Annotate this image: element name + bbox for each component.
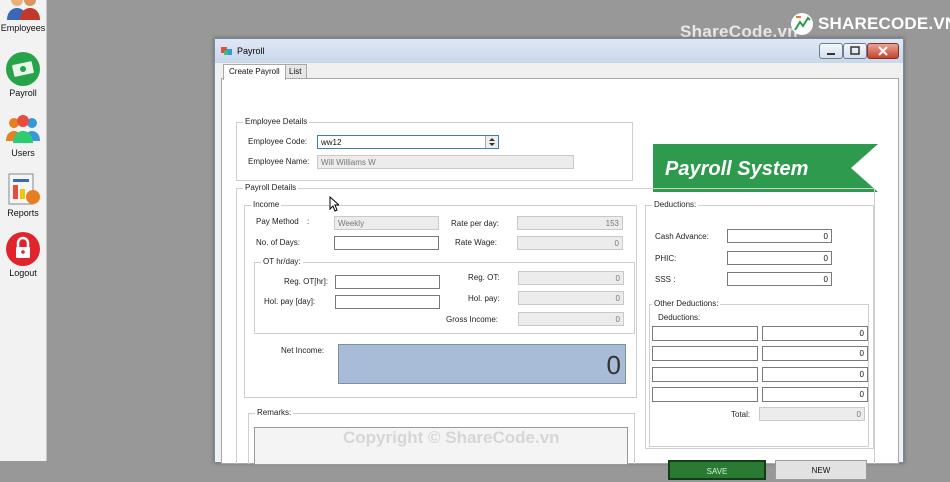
gross-income-field[interactable]: 0 <box>518 312 624 326</box>
users-icon <box>6 115 40 143</box>
other-deduction-name-input[interactable] <box>652 326 758 341</box>
employees-icon <box>7 0 40 20</box>
close-button[interactable] <box>867 43 899 59</box>
other-deductions-title: Other Deductions: <box>652 299 721 308</box>
other-deductions-sub-label: Deductions: <box>658 313 701 322</box>
payroll-window: Payroll Create Payroll List Employee Det… <box>214 38 904 480</box>
maximize-icon <box>850 46 860 55</box>
window-title: Payroll <box>237 46 265 56</box>
deductions-title: Deductions: <box>652 200 699 209</box>
rate-wage-label: Rate Wage: <box>455 238 497 247</box>
sidebar-item-employees[interactable]: Employees <box>0 0 46 33</box>
no-of-days-input[interactable] <box>334 236 439 250</box>
maximize-button[interactable] <box>843 43 867 59</box>
hol-pay-day-label: Hol. pay [day]: <box>264 297 316 306</box>
window-titlebar[interactable]: Payroll <box>215 39 903 63</box>
logout-lock-icon <box>6 232 40 266</box>
no-of-days-label: No. of Days: <box>256 238 301 247</box>
other-deduction-amount-input[interactable]: 0 <box>762 326 868 341</box>
sharecode-logo-text: SHARECODE.VN <box>818 14 950 33</box>
window-client-area: Create Payroll List Employee Details Emp… <box>217 63 901 480</box>
payroll-system-banner: Payroll System <box>653 144 878 192</box>
sidebar-item-payroll[interactable]: Payroll <box>0 51 46 98</box>
sidebar-item-users[interactable]: Users <box>0 111 46 158</box>
net-income-display: 0 <box>338 344 626 384</box>
new-button[interactable]: NEW <box>775 460 867 480</box>
employee-details-title: Employee Details <box>243 117 310 126</box>
phic-input[interactable]: 0 <box>727 251 832 265</box>
other-deduction-amount-input[interactable]: 0 <box>762 387 868 402</box>
tab-create-payroll[interactable]: Create Payroll <box>223 64 286 80</box>
other-deduction-amount-input[interactable]: 0 <box>762 346 868 361</box>
other-deduction-amount-input[interactable]: 0 <box>762 367 868 382</box>
employee-name-label: Employee Name: <box>248 157 310 166</box>
payroll-money-icon <box>6 52 40 86</box>
net-income-label: Net Income: <box>281 346 325 355</box>
sidebar-item-label: Logout <box>9 268 37 278</box>
other-deduction-name-input[interactable] <box>652 367 758 382</box>
employee-code-label: Employee Code: <box>248 137 308 146</box>
hol-pay-day-input[interactable] <box>335 295 440 309</box>
app-window-icon <box>221 47 232 55</box>
cash-advance-label: Cash Advance: <box>655 232 709 241</box>
app-sidebar: Employees Payroll Users Reports Logout <box>0 0 47 461</box>
hol-pay-field[interactable]: 0 <box>518 291 624 305</box>
gross-income-label: Gross Income: <box>446 315 499 324</box>
rate-per-day-field[interactable]: 153 <box>517 216 623 230</box>
other-deduction-name-input[interactable] <box>652 346 758 361</box>
pay-method-colon: : <box>307 217 310 226</box>
employee-name-field[interactable]: Will Williams W <box>317 155 574 169</box>
total-deductions-field[interactable]: 0 <box>759 407 865 421</box>
tab-list[interactable]: List <box>283 64 308 79</box>
employee-code-combobox[interactable]: ww12 <box>317 135 499 149</box>
remarks-title: Remarks: <box>255 408 294 417</box>
reg-ot-field[interactable]: 0 <box>518 271 624 285</box>
spin-button[interactable] <box>485 136 498 148</box>
income-title: Income <box>251 200 282 209</box>
create-payroll-tabpage: Employee Details Employee Code: ww12 Emp… <box>221 78 899 480</box>
pay-method-label: Pay Method <box>256 217 299 226</box>
close-icon <box>878 46 888 56</box>
minimize-button[interactable] <box>819 43 843 59</box>
rate-per-day-label: Rate per day: <box>451 219 500 228</box>
minimize-icon <box>827 53 835 55</box>
reg-ot-hr-input[interactable] <box>335 275 440 289</box>
save-button[interactable]: SAVE <box>668 460 766 480</box>
sss-input[interactable]: 0 <box>727 272 832 286</box>
employee-code-value: ww12 <box>321 138 342 147</box>
mouse-pointer-icon <box>329 196 339 212</box>
sidebar-item-label: Payroll <box>9 88 37 98</box>
sidebar-item-reports[interactable]: Reports <box>0 171 46 218</box>
employee-details-group: Employee Details <box>236 117 633 181</box>
watermark-bottom: Copyright © ShareCode.vn <box>343 428 560 447</box>
reports-icon <box>8 173 40 205</box>
sidebar-item-label: Employees <box>0 23 46 33</box>
sidebar-item-label: Reports <box>7 208 39 218</box>
payroll-details-title: Payroll Details <box>243 183 299 192</box>
pay-method-field[interactable]: Weekly <box>334 216 439 230</box>
cash-advance-input[interactable]: 0 <box>727 229 832 243</box>
total-label: Total: <box>731 410 751 419</box>
sidebar-item-label: Users <box>11 148 35 158</box>
sidebar-item-logout[interactable]: Logout <box>0 231 46 278</box>
sharecode-logo: SHARECODE.VN <box>790 10 950 38</box>
hol-pay-label: Hol. pay: <box>468 294 500 303</box>
sharecode-logo-icon <box>791 13 813 35</box>
other-deduction-name-input[interactable] <box>652 387 758 402</box>
phic-label: PHIC: <box>655 254 677 263</box>
reg-ot-label: Reg. OT: <box>468 273 500 282</box>
ot-title: OT hr/day: <box>261 257 303 266</box>
sss-label: SSS : <box>655 275 676 284</box>
rate-wage-field[interactable]: 0 <box>517 236 623 250</box>
banner-text: Payroll System <box>665 158 808 180</box>
spin-arrows-icon <box>489 138 495 146</box>
reg-ot-hr-label: Reg. OT[hr]: <box>284 277 329 286</box>
